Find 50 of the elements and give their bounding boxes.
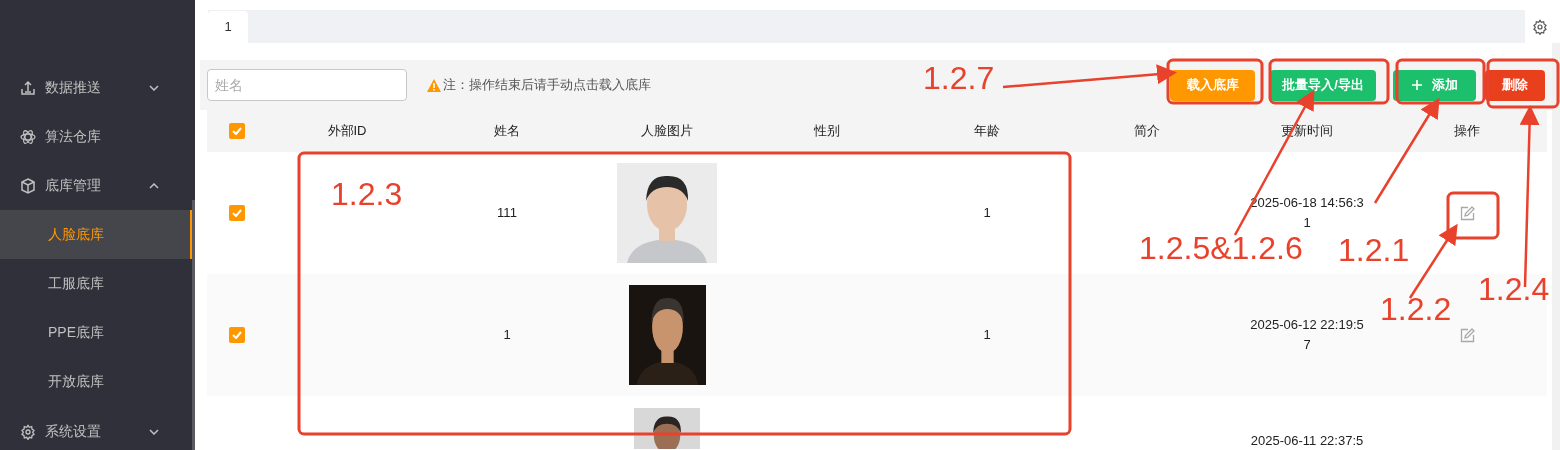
checkmark-icon [232, 209, 242, 217]
column-header: 简介 [1134, 122, 1160, 141]
annotation-label: 1.2.4 [1478, 273, 1550, 305]
sidebar-subitem[interactable]: 工服底库 [0, 259, 195, 308]
plus-icon [1411, 80, 1422, 90]
checkbox[interactable] [229, 123, 245, 139]
table-cell-text: 1 [983, 204, 991, 223]
table-cell-text: 1 [503, 326, 511, 345]
sidebar-item[interactable]: 系统设置 [0, 407, 195, 450]
sidebar-item[interactable]: 数据推送 [0, 63, 195, 112]
column-header: 年龄 [974, 122, 1000, 141]
column-header: 人脸图片 [641, 122, 693, 141]
search-field[interactable]: 姓名 [207, 69, 407, 101]
annotation-label: 1.2.5&1.2.6 [1139, 232, 1303, 264]
chevron-down-icon [149, 428, 159, 435]
warning-icon [427, 78, 441, 92]
sidebar-subitem[interactable]: 人脸底库 [0, 210, 193, 259]
table-cell-text: 111 [497, 204, 517, 223]
settings-icon[interactable] [1532, 19, 1548, 35]
checkbox[interactable] [229, 327, 245, 343]
chevron-down-icon [149, 84, 159, 91]
edit-icon[interactable] [1459, 205, 1475, 221]
column-header: 姓名 [494, 122, 520, 141]
cube-icon [20, 177, 36, 194]
upload-icon [20, 79, 36, 96]
table-cell: 2025-06-11 22:37:5 [1250, 433, 1364, 448]
checkbox[interactable] [229, 205, 245, 221]
column-header: 操作 [1454, 122, 1480, 141]
table-cell-text: 2025-06-12 22:19:57 [1250, 316, 1364, 354]
sidebar-item[interactable]: 底库管理 [0, 161, 195, 210]
chevron-up-icon [149, 182, 159, 189]
checkmark-icon [232, 127, 242, 135]
annotation-label: 1.2.1 [1338, 234, 1410, 266]
sidebar-item[interactable]: 算法仓库 [0, 112, 195, 161]
sidebar-subitem[interactable]: 开放底库 [0, 357, 195, 406]
atom-icon [20, 128, 36, 145]
edit-icon[interactable] [1459, 327, 1475, 343]
annotation-label: 1.2.2 [1380, 293, 1452, 325]
notice-text: 注：操作结束后请手动点击载入底库 [443, 76, 651, 95]
annotation-box [1446, 191, 1500, 240]
annotation-label: 1.2.3 [331, 178, 403, 210]
column-header: 外部ID [327, 122, 367, 141]
gear-icon [20, 423, 36, 440]
tab[interactable]: 1 [208, 11, 248, 43]
sidebar-subitem[interactable]: PPE底库 [0, 308, 195, 357]
column-header: 性别 [814, 122, 840, 141]
checkmark-icon [232, 331, 242, 339]
annotation-label: 1.2.7 [923, 62, 995, 94]
table-cell-text: 1 [983, 326, 991, 345]
delete-button[interactable]: 删除 [1485, 69, 1545, 101]
